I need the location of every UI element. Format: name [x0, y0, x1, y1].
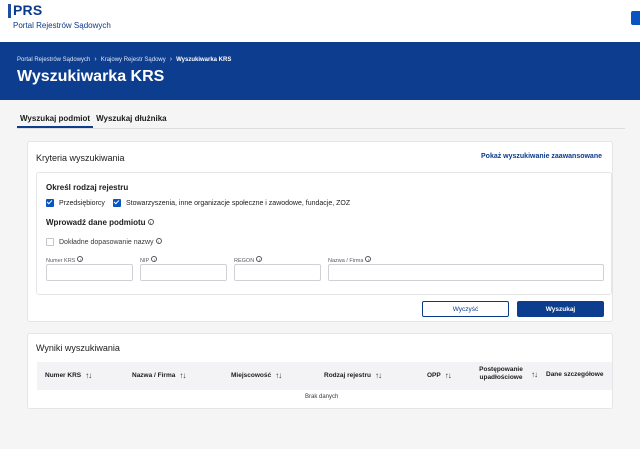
regon-label: REGON i	[234, 256, 263, 264]
column-krs-number-label: Numer KRS	[45, 372, 82, 379]
nip-input[interactable]	[140, 264, 227, 281]
info-icon[interactable]: i	[365, 256, 372, 262]
criteria-title: Kryteria wyszukiwania	[36, 153, 125, 163]
breadcrumb-item-krs[interactable]: Krajowy Rejestr Sądowy	[101, 57, 166, 63]
exact-match-label-text: Dokładne dopasowanie nazwy	[59, 239, 154, 246]
chevron-right-icon: ›	[94, 56, 97, 63]
logo-mark	[8, 4, 11, 18]
register-type-heading: Określ rodzaj rejestru	[46, 183, 129, 192]
column-city-label: Miejscowość	[231, 372, 272, 379]
tab-search-debtor[interactable]: Wyszukaj dłużnika	[93, 111, 170, 128]
chevron-right-icon: ›	[169, 56, 173, 63]
column-register-type-label: Rodzaj rejestru	[324, 372, 371, 379]
clear-button[interactable]: Wyczyść	[422, 301, 509, 317]
breadcrumb-item-portal[interactable]: Portal Rejestrów Sądowych	[17, 57, 90, 63]
krs-number-label: Numer KRS i	[46, 256, 84, 264]
advanced-search-link[interactable]: Pokaż wyszukiwanie zaawansowane	[481, 153, 602, 160]
column-opp[interactable]: OPP ↑↓	[427, 371, 452, 380]
nip-label: NIP i	[140, 256, 158, 264]
top-bar: PRS Portal Rejestrów Sądowych	[0, 0, 640, 42]
checkbox-associations[interactable]	[113, 199, 121, 207]
info-icon[interactable]: i	[155, 238, 162, 244]
sort-icon[interactable]: ↑↓	[445, 371, 452, 380]
sort-icon[interactable]: ↑↓	[179, 371, 186, 380]
column-details-label: Dane szczegółowe	[546, 371, 604, 378]
checkbox-exact-match[interactable]	[46, 238, 54, 246]
info-icon[interactable]: i	[147, 219, 154, 225]
sort-icon[interactable]: ↑↓	[531, 370, 538, 379]
column-name[interactable]: Nazwa / Firma ↑↓	[132, 371, 186, 380]
tab-bar: Wyszukaj podmiot Wyszukaj dłużnika	[17, 111, 170, 128]
logo-subtitle[interactable]: Portal Rejestrów Sądowych	[13, 21, 111, 30]
sort-icon[interactable]: ↑↓	[275, 371, 282, 380]
checkbox-associations-label[interactable]: Stowarzyszenia, inne organizacje społecz…	[126, 200, 350, 207]
entity-data-heading-text: Wprowadź dane podmiotu	[46, 218, 146, 227]
krs-number-input[interactable]	[46, 264, 133, 281]
tab-divider	[17, 128, 625, 129]
info-icon[interactable]: i	[151, 256, 158, 262]
checkbox-entrepreneurs-label[interactable]: Przedsiębiorcy	[59, 200, 105, 207]
name-input[interactable]	[328, 264, 604, 281]
name-label: Nazwa / Firma i	[328, 256, 372, 264]
exact-match-label[interactable]: Dokładne dopasowanie nazwy i	[59, 238, 162, 246]
regon-input[interactable]	[234, 264, 321, 281]
results-title: Wyniki wyszukiwania	[36, 343, 120, 353]
column-details: Dane szczegółowe	[546, 371, 603, 378]
sort-icon[interactable]: ↑↓	[85, 371, 92, 380]
checkbox-entrepreneurs[interactable]	[46, 199, 54, 207]
info-icon[interactable]: i	[256, 256, 263, 262]
column-city[interactable]: Miejscowość ↑↓	[231, 371, 282, 380]
column-register-type[interactable]: Rodzaj rejestru ↑↓	[324, 371, 382, 380]
column-name-label: Nazwa / Firma	[132, 372, 176, 379]
column-bankruptcy[interactable]: Postępowanie upadłościowe ↑↓	[475, 366, 538, 382]
sort-icon[interactable]: ↑↓	[375, 371, 382, 380]
column-opp-label: OPP	[427, 372, 441, 379]
entity-data-heading: Wprowadź dane podmiotu i	[46, 218, 154, 227]
breadcrumb: Portal Rejestrów Sądowych › Krajowy Reje…	[17, 56, 231, 63]
page-header: Portal Rejestrów Sądowych › Krajowy Reje…	[0, 42, 640, 100]
tab-search-entity[interactable]: Wyszukaj podmiot	[17, 111, 94, 128]
column-krs-number[interactable]: Numer KRS ↑↓	[45, 371, 92, 380]
search-button[interactable]: Wyszukaj	[517, 301, 604, 317]
info-icon[interactable]: i	[77, 256, 84, 262]
logo-text[interactable]: PRS	[13, 2, 42, 18]
menu-button[interactable]	[631, 11, 640, 25]
empty-results-text: Brak danych	[305, 394, 339, 400]
column-bankruptcy-label: Postępowanie upadłościowe	[479, 366, 523, 381]
page-title: Wyszukiwarka KRS	[17, 68, 165, 85]
breadcrumb-item-current: Wyszukiwarka KRS	[176, 56, 232, 63]
